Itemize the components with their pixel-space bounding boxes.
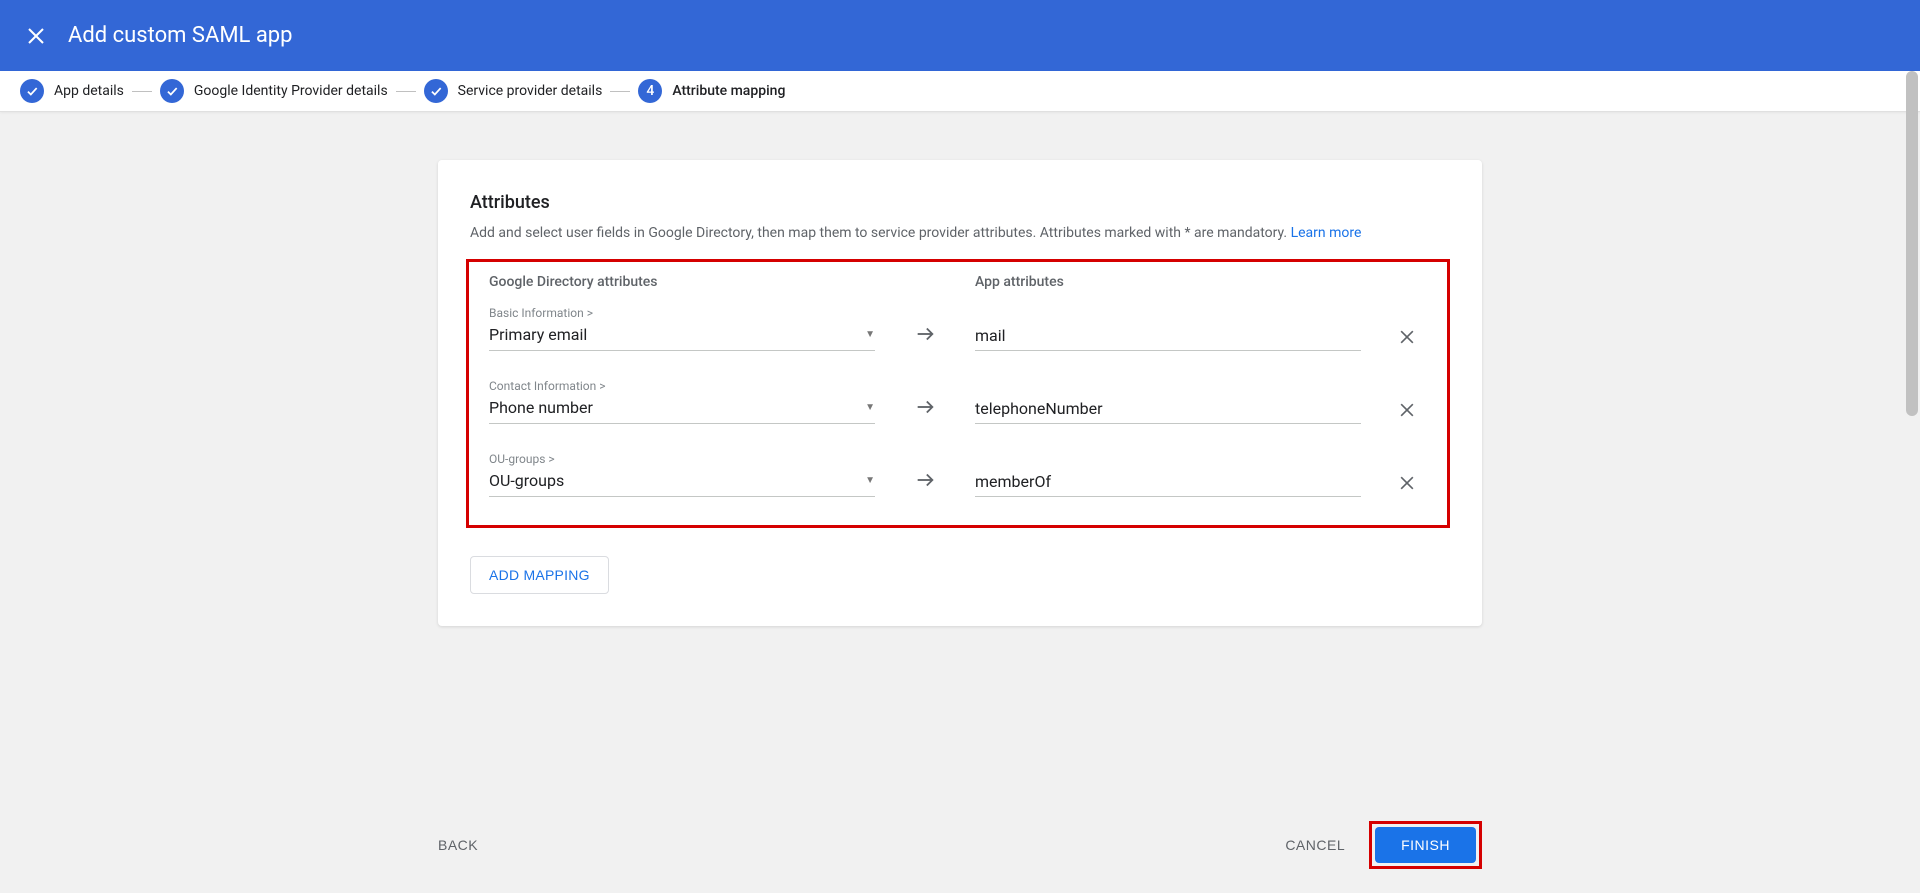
step-number-badge: 4 [638,79,662,103]
attributes-card: Attributes Add and select user fields in… [438,160,1482,626]
close-icon[interactable] [24,24,48,48]
step-identity-provider[interactable]: Google Identity Provider details [160,79,388,103]
remove-mapping-icon[interactable] [1397,473,1417,493]
mapping-row: OU-groups > OU-groups ▼ memberOf [489,452,1427,497]
finish-highlight: FINISH [1369,821,1482,869]
check-icon [424,79,448,103]
dialog-title: Add custom SAML app [68,23,293,48]
google-attribute-select[interactable]: OU-groups > OU-groups ▼ [489,452,875,497]
mapping-row: Contact Information > Phone number ▼ tel… [489,379,1427,424]
step-separator [396,91,416,92]
attribute-value: Phone number [489,398,593,417]
scrollbar-thumb[interactable] [1906,71,1918,416]
remove-mapping-icon[interactable] [1397,400,1417,420]
step-separator [132,91,152,92]
footer: BACK CANCEL FINISH [0,805,1920,893]
step-separator [610,91,630,92]
app-attribute-input[interactable]: mail [975,326,1361,351]
learn-more-link[interactable]: Learn more [1291,225,1362,241]
step-label: Google Identity Provider details [194,83,388,99]
google-attribute-select[interactable]: Basic Information > Primary email ▼ [489,306,875,351]
dialog-header: Add custom SAML app [0,0,1920,71]
back-button[interactable]: BACK [438,829,478,861]
chevron-down-icon: ▼ [865,402,875,413]
chevron-down-icon: ▼ [865,475,875,486]
mappings-highlight: Google Directory attributes App attribut… [466,259,1450,528]
step-label: Attribute mapping [672,83,785,99]
columns-header: Google Directory attributes App attribut… [489,274,1427,290]
check-icon [20,79,44,103]
step-service-provider[interactable]: Service provider details [424,79,603,103]
step-attribute-mapping[interactable]: 4 Attribute mapping [638,79,785,103]
google-attribute-select[interactable]: Contact Information > Phone number ▼ [489,379,875,424]
step-label: Service provider details [458,83,603,99]
attribute-category: Contact Information > [489,379,875,393]
app-attribute-input[interactable]: memberOf [975,472,1361,497]
attribute-category: Basic Information > [489,306,875,320]
chevron-down-icon: ▼ [865,329,875,340]
stepper: App details Google Identity Provider det… [0,71,1920,112]
app-attributes-header: App attributes [975,274,1064,290]
app-attribute-input[interactable]: telephoneNumber [975,399,1361,424]
step-label: App details [54,83,124,99]
attribute-value: Primary email [489,325,587,344]
card-description: Add and select user fields in Google Dir… [470,225,1450,241]
arrow-icon [875,323,975,351]
google-attributes-header: Google Directory attributes [489,274,975,290]
finish-button[interactable]: FINISH [1375,827,1476,863]
card-description-text: Add and select user fields in Google Dir… [470,225,1291,241]
mapping-row: Basic Information > Primary email ▼ mail [489,306,1427,351]
content-area: Attributes Add and select user fields in… [0,112,1920,726]
attribute-value: OU-groups [489,471,564,490]
arrow-icon [875,396,975,424]
arrow-icon [875,469,975,497]
step-app-details[interactable]: App details [20,79,124,103]
add-mapping-button[interactable]: ADD MAPPING [470,556,609,594]
cancel-button[interactable]: CANCEL [1285,837,1345,853]
attribute-category: OU-groups > [489,452,875,466]
remove-mapping-icon[interactable] [1397,327,1417,347]
card-title: Attributes [470,192,1450,213]
check-icon [160,79,184,103]
